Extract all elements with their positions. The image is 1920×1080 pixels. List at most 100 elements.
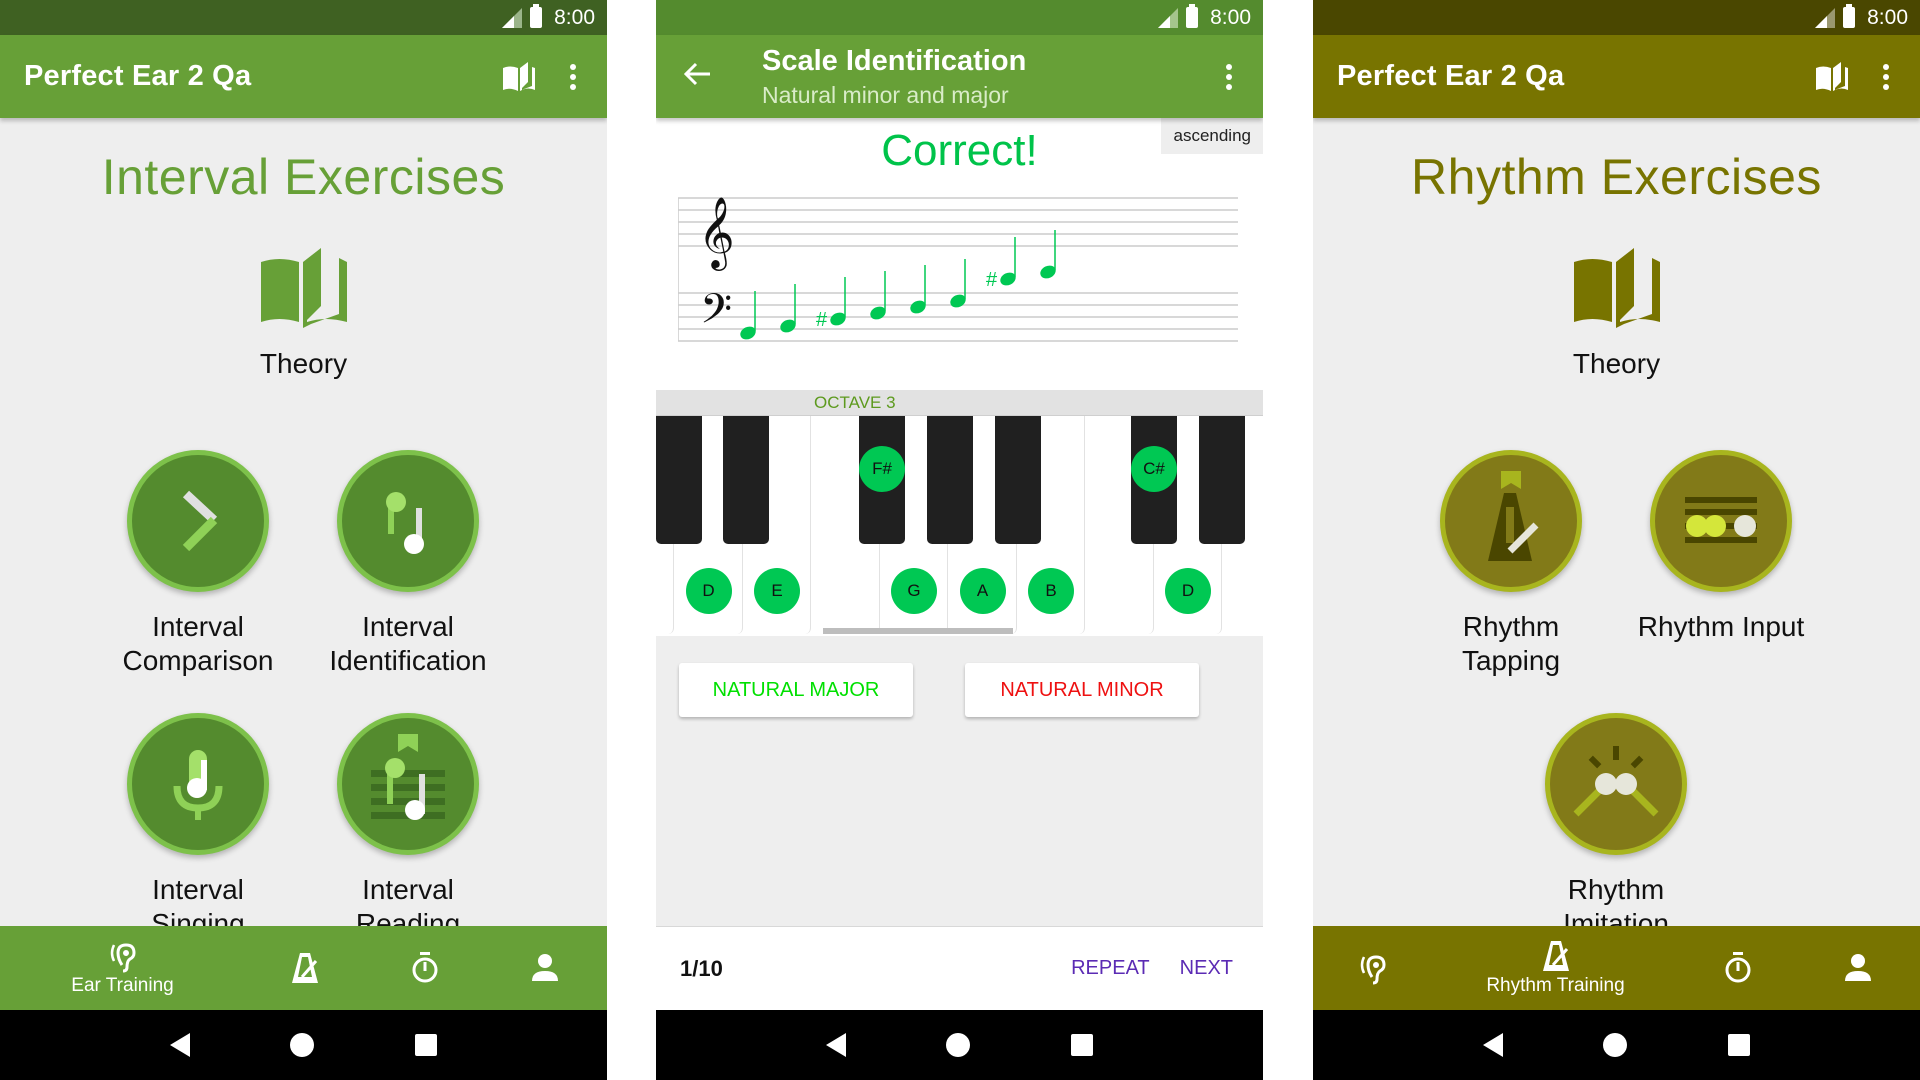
progress-counter: 1/10 (680, 955, 723, 981)
exercise-rhythm-tapping[interactable]: Rhythm Tapping (1406, 450, 1616, 678)
nav-ear-training[interactable]: Ear Training (0, 926, 245, 1010)
theory-label: Theory (259, 348, 348, 379)
exercise-label: Interval Comparison (122, 611, 274, 676)
system-recents-button[interactable] (414, 1034, 437, 1056)
exercise-rhythm-input[interactable]: Rhythm Input (1616, 450, 1826, 644)
chevron-right-icon (182, 490, 218, 552)
music-staff: 𝄞 𝄢 ## (678, 195, 1238, 343)
metronome-icon (1542, 941, 1569, 971)
answer-natural-major-button[interactable]: NATURAL MAJOR (679, 663, 913, 717)
book-icon (503, 61, 535, 91)
staff-note (780, 284, 796, 333)
exercise-label: Rhythm Input (1637, 611, 1805, 642)
overflow-menu-button[interactable] (1866, 57, 1906, 97)
system-recents-button[interactable] (1070, 1034, 1093, 1056)
note-badge: D (685, 568, 732, 614)
metronome-icon (1488, 471, 1539, 561)
metronome-icon (292, 953, 318, 983)
system-home-button[interactable] (290, 1033, 315, 1057)
clock: 8:00 (1210, 5, 1251, 29)
exercise-interval-singing[interactable]: Interval Singing (93, 713, 303, 941)
exercise-badge (337, 450, 479, 592)
system-home-button[interactable] (1603, 1033, 1628, 1057)
section-title: Rhythm Exercises (1411, 149, 1822, 205)
nav-rhythm-training[interactable]: Rhythm Training (1433, 926, 1678, 1010)
piano-black-key[interactable] (927, 416, 973, 544)
exercise-rhythm-imitation[interactable]: Rhythm Imitation (1511, 713, 1721, 941)
overflow-menu-button[interactable] (1209, 57, 1249, 97)
app-bar: Scale Identification Natural minor and m… (656, 35, 1263, 118)
book-icon (1573, 248, 1660, 328)
theory-button[interactable]: Theory (224, 248, 384, 380)
answer-area: NATURAL MAJOR NATURAL MINOR (656, 636, 1263, 926)
app-bar: Perfect Ear 2 Qa (1313, 35, 1920, 118)
music-notes-icon (386, 492, 424, 554)
phone-screen-interval-exercises: 8:00 Perfect Ear 2 Qa Interval Exercises… (0, 0, 607, 1080)
staff-note: # (986, 237, 1016, 291)
more-vert-icon (1226, 63, 1232, 90)
piano-black-key[interactable] (723, 416, 769, 544)
piano-scrollbar[interactable] (823, 628, 1013, 634)
theory-button[interactable]: Theory (1537, 248, 1697, 380)
more-vert-icon (570, 63, 576, 90)
exercise-list: Interval Exercises Theory Interval Compar… (0, 118, 607, 939)
answer-natural-minor-button[interactable]: NATURAL MINOR (965, 663, 1199, 717)
nav-stopwatch[interactable] (1678, 926, 1798, 1010)
nav-label: Ear Training (71, 975, 174, 996)
bass-clef-icon: 𝄢 (700, 285, 732, 343)
nav-profile[interactable] (1798, 926, 1918, 1010)
note-badge: C# (1131, 446, 1177, 492)
repeat-button[interactable]: REPEAT (1071, 957, 1150, 980)
system-back-button[interactable] (1483, 1033, 1504, 1057)
bottom-navigation: Ear Training (0, 926, 607, 1010)
back-button[interactable] (683, 62, 724, 91)
exercise-interval-reading[interactable]: Interval Reading (303, 713, 513, 941)
piano-black-key[interactable] (1199, 416, 1245, 544)
exercise-interval-identification[interactable]: Interval Identification (303, 450, 513, 678)
piano-black-key[interactable] (656, 416, 702, 544)
theory-book-button[interactable] (499, 57, 539, 97)
status-bar: 8:00 (656, 0, 1263, 35)
piano-black-key[interactable] (995, 416, 1041, 544)
system-navigation-bar (1313, 1010, 1920, 1080)
next-button[interactable]: NEXT (1180, 957, 1233, 980)
staff-note (1040, 230, 1056, 279)
nav-ear-training[interactable] (1313, 926, 1433, 1010)
status-bar: 8:00 (0, 0, 607, 35)
system-navigation-bar (0, 1010, 607, 1080)
nav-profile[interactable] (485, 926, 605, 1010)
system-home-button[interactable] (946, 1033, 971, 1057)
theory-label: Theory (1572, 348, 1661, 379)
battery-icon (530, 4, 543, 28)
piano-keyboard: D E G A B D F# C# (656, 416, 1263, 636)
note-badge: A (959, 568, 1006, 614)
note-badge: F# (859, 446, 905, 492)
exercise-badge (337, 713, 479, 855)
octave-bar: OCTAVE 3 (656, 390, 1263, 416)
theory-book-button[interactable] (1812, 57, 1852, 97)
exercise-area: Correct! ascending 𝄞 𝄢 # # (656, 118, 1263, 390)
rhythm-input-icon (1685, 497, 1757, 543)
staff-notes: ## (740, 230, 1056, 340)
person-icon (1845, 954, 1871, 981)
microphone-note-icon (173, 750, 223, 820)
overflow-menu-button[interactable] (553, 57, 593, 97)
sharp-sign: # (986, 269, 998, 291)
nav-rhythm-training[interactable] (245, 926, 365, 1010)
app-title: Perfect Ear 2 Qa (1337, 60, 1565, 92)
ear-icon (110, 943, 136, 973)
screen-subtitle: Natural minor and major (762, 81, 1009, 108)
nav-stopwatch[interactable] (365, 926, 485, 1010)
clock: 8:00 (554, 5, 595, 29)
signal-icon (1815, 7, 1836, 28)
system-back-button[interactable] (826, 1033, 847, 1057)
exercise-label: Interval Identification (329, 611, 487, 676)
note-badge: G (891, 568, 937, 614)
system-recents-button[interactable] (1727, 1034, 1750, 1056)
signal-icon (1158, 7, 1179, 28)
direction-label: ascending (1161, 118, 1263, 154)
exercise-footer: 1/10 REPEAT NEXT (656, 926, 1263, 1010)
staff-note (950, 259, 966, 308)
exercise-interval-comparison[interactable]: Interval Comparison (93, 450, 303, 678)
system-back-button[interactable] (170, 1033, 191, 1057)
